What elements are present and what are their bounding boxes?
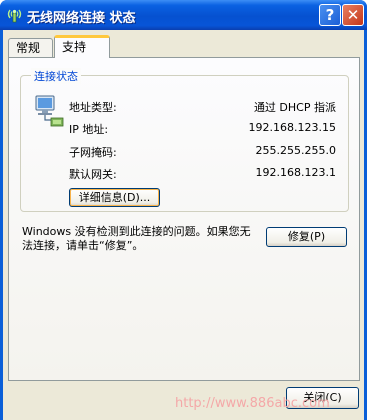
close-icon: ✕: [346, 6, 360, 24]
repair-button[interactable]: 修复(P): [266, 227, 347, 247]
status-window: 无线网络连接 状态 ? ✕ 常规 支持 连接状态 地址类型: 通过 DHCP 指…: [0, 0, 367, 420]
wireless-network-icon: [7, 9, 22, 23]
window-title: 无线网络连接 状态: [27, 11, 136, 26]
address-type-value: 通过 DHCP 指派: [253, 101, 336, 114]
network-adapter-icon: [35, 95, 64, 127]
help-button[interactable]: ?: [319, 4, 341, 26]
tab-general-label: 常规: [16, 41, 41, 55]
dialog-client-area: 常规 支持 连接状态 地址类型: 通过 DHCP 指派 IP 地址: 192.1…: [3, 30, 364, 420]
watermark: http://www.886abc.com: [175, 396, 330, 411]
support-tab-panel: 连接状态 地址类型: 通过 DHCP 指派 IP 地址: 192.168.123…: [8, 57, 360, 381]
default-gateway-label: 默认网关:: [69, 168, 117, 181]
address-type-label: 地址类型:: [69, 101, 117, 114]
tab-general[interactable]: 常规: [8, 38, 53, 57]
default-gateway-value: 192.168.123.1: [255, 166, 336, 179]
title-bar[interactable]: 无线网络连接 状态 ? ✕: [0, 0, 367, 30]
connection-status-heading: 连接状态: [31, 68, 81, 84]
subnet-mask-label: 子网掩码:: [69, 146, 117, 159]
help-icon: ?: [325, 6, 335, 24]
details-button[interactable]: 详细信息(D)...: [69, 188, 160, 207]
tab-support[interactable]: 支持: [54, 35, 110, 58]
ip-address-value: 192.168.123.15: [248, 121, 336, 134]
repair-message: Windows 没有检测到此连接的问题。如果您无法连接，请单击“修复”。: [22, 225, 251, 252]
connection-status-group: 连接状态 地址类型: 通过 DHCP 指派 IP 地址: 192.168.123…: [20, 68, 349, 212]
ip-address-label: IP 地址:: [69, 123, 109, 136]
tab-support-label: 支持: [62, 40, 87, 54]
subnet-mask-value: 255.255.255.0: [255, 144, 336, 157]
close-window-button[interactable]: ✕: [342, 4, 364, 26]
